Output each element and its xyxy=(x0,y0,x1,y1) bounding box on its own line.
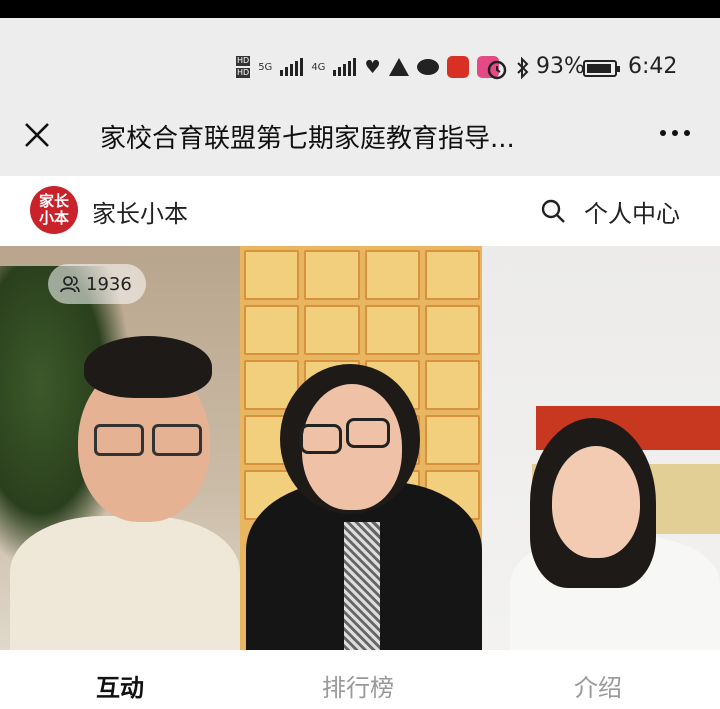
wechat-icon xyxy=(416,59,439,75)
bottom-tab-bar: 互动 排行榜 介绍 xyxy=(0,650,720,709)
channel-name[interactable]: 家长小本 xyxy=(92,194,188,229)
top-black-bar xyxy=(0,0,720,18)
viewer-count: 1936 xyxy=(86,273,132,295)
signal-icon-2 xyxy=(333,58,357,76)
close-icon[interactable] xyxy=(22,120,52,150)
alarm-icon xyxy=(487,60,507,80)
heart-pulse-icon: ♥ xyxy=(364,56,381,78)
tab-leaderboard[interactable]: 排行榜 xyxy=(322,668,394,703)
page-title: 家校合育联盟第七期家庭教育指导... xyxy=(100,124,515,154)
tab-introduction[interactable]: 介绍 xyxy=(574,668,622,703)
drive-icon xyxy=(388,58,409,76)
battery-percent: 93% xyxy=(536,54,585,79)
search-icon[interactable] xyxy=(540,198,566,224)
battery-icon xyxy=(583,60,620,77)
live-video[interactable] xyxy=(0,246,720,650)
hd-indicators: HD HD xyxy=(236,56,251,78)
tab-interaction[interactable]: 互动 xyxy=(96,668,144,703)
video-panel-1 xyxy=(0,246,240,650)
hd-label-1: HD xyxy=(236,56,251,66)
personal-center-link[interactable]: 个人中心 xyxy=(584,194,680,229)
more-options-icon[interactable] xyxy=(660,130,690,136)
viewer-count-badge: 1936 xyxy=(48,264,146,304)
clock-time: 6:42 xyxy=(628,54,678,79)
status-bar: HD HD 5G 4G ♥ 93% 6:42 xyxy=(0,18,720,100)
network-5g-label: 5G xyxy=(258,61,273,73)
signal-icon-1 xyxy=(280,58,304,76)
channel-logo-text: 家长小本 xyxy=(38,192,69,227)
channel-logo[interactable]: 家长小本 xyxy=(30,186,78,234)
video-panel-2 xyxy=(240,246,482,650)
status-icons: HD HD 5G 4G ♥ xyxy=(236,56,499,78)
bluetooth-icon xyxy=(517,56,529,80)
network-4g-label: 4G xyxy=(311,61,326,73)
hd-label-2: HD xyxy=(236,68,251,78)
video-panel-3 xyxy=(482,246,720,650)
channel-bar: 家长小本 家长小本 个人中心 xyxy=(0,176,720,246)
nav-bar: 家校合育联盟第七期家庭教育指导... xyxy=(0,100,720,176)
viewers-icon xyxy=(60,276,80,293)
red-app-icon xyxy=(446,56,469,78)
